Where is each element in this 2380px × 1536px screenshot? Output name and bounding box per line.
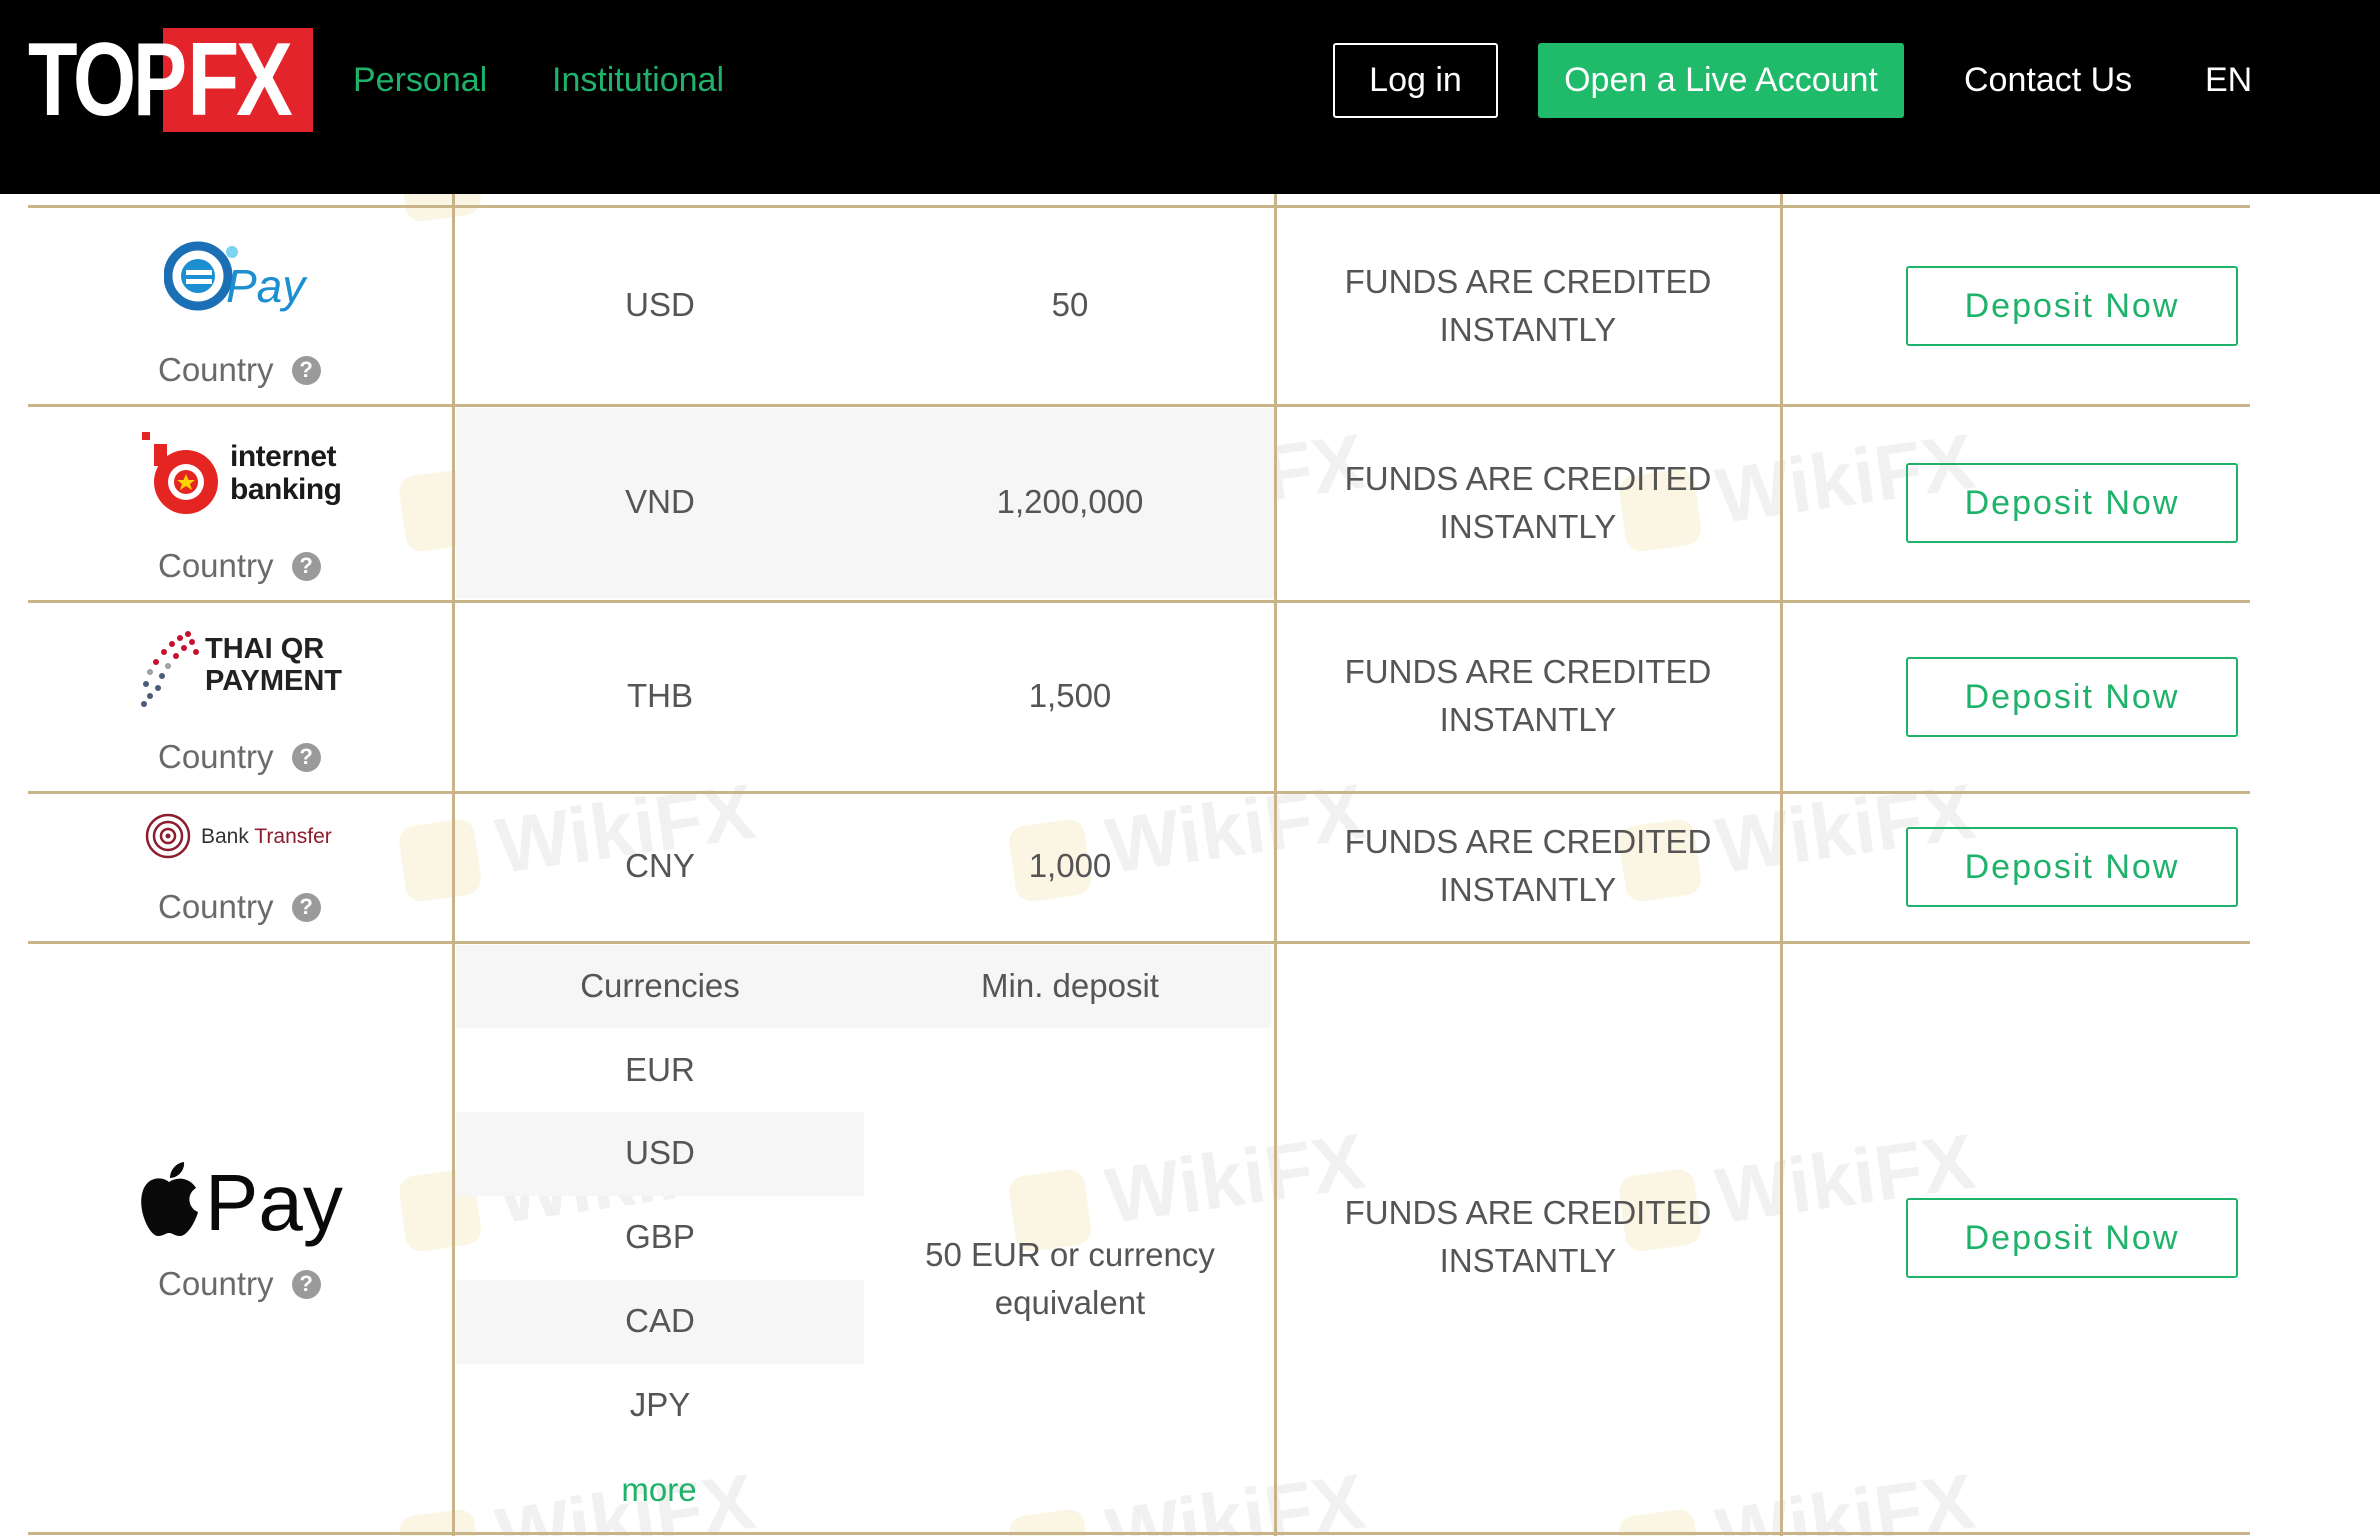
thai-qr-logo <box>141 631 199 707</box>
help-icon[interactable]: ? <box>291 1269 321 1299</box>
logo-fx-badge: FX <box>163 28 313 132</box>
currencies-subheader: Currencies <box>580 967 740 1004</box>
currency-item: USD <box>625 1134 695 1171</box>
country-label: Country <box>158 547 274 584</box>
country-selector[interactable]: Country ? <box>158 885 321 929</box>
processing-time-cell: FUNDS ARE CREDITED INSTANTLY <box>1344 653 1712 738</box>
currency-cell: USD <box>625 286 695 323</box>
epay-logo: Pay <box>164 241 308 312</box>
open-live-account-button[interactable]: Open a Live Account <box>1538 43 1904 118</box>
help-icon[interactable]: ? <box>291 551 321 581</box>
apple-pay-logo-text: Pay <box>205 1158 343 1247</box>
deposit-now-button[interactable]: Deposit Now <box>1906 1198 2238 1278</box>
country-selector[interactable]: Country ? <box>158 735 321 779</box>
min-deposit-cell: 1,500 <box>1028 677 1112 714</box>
processing-time-cell: FUNDS ARE CREDITED INSTANTLY <box>1344 460 1712 545</box>
country-label: Country <box>158 738 274 775</box>
row-divider <box>28 941 2250 944</box>
logo-top-text: TOP <box>28 22 187 138</box>
deposit-now-button[interactable]: Deposit Now <box>1906 827 2238 907</box>
currency-item: GBP <box>625 1218 695 1255</box>
topfx-logo[interactable]: TOP FX <box>28 28 313 132</box>
deposit-now-button[interactable]: Deposit Now <box>1906 463 2238 543</box>
row-divider <box>28 600 2250 603</box>
nav-institutional-link[interactable]: Institutional <box>552 56 724 104</box>
contact-us-link[interactable]: Contact Us <box>1964 56 2132 104</box>
watermark: WikiFX <box>1005 1456 1370 1536</box>
min-deposit-cell: 1,000 <box>1028 847 1112 884</box>
processing-time-cell: FUNDS ARE CREDITED INSTANTLY <box>1344 263 1712 348</box>
epay-logo-text: Pay <box>226 260 308 312</box>
country-selector[interactable]: Country ? <box>158 348 321 392</box>
internet-banking-logo-text: internet banking <box>230 440 342 506</box>
row-divider <box>28 404 2250 407</box>
currency-item: JPY <box>629 1386 691 1423</box>
currency-cell: THB <box>627 677 693 714</box>
deposit-now-button[interactable]: Deposit Now <box>1906 657 2238 737</box>
min-deposit-subheader: Min. deposit <box>981 967 1159 1004</box>
row-divider <box>28 1532 2250 1535</box>
processing-time-cell: FUNDS ARE CREDITED INSTANTLY <box>1344 1194 1712 1279</box>
more-currencies-link[interactable]: more <box>454 1466 864 1514</box>
country-label: Country <box>158 1265 274 1302</box>
country-label: Country <box>158 888 274 925</box>
top-navigation-bar: TOP FX Personal Institutional Log in Ope… <box>0 0 2380 194</box>
min-deposit-cell: 50 <box>1051 286 1089 323</box>
currency-item: CAD <box>625 1302 695 1339</box>
processing-time-cell: FUNDS ARE CREDITED INSTANTLY <box>1344 823 1712 908</box>
help-icon[interactable]: ? <box>291 742 321 772</box>
bank-transfer-icon <box>145 813 191 859</box>
column-divider <box>452 194 455 1536</box>
watermark: WikiFX <box>1615 1456 1980 1536</box>
language-selector[interactable]: EN <box>2205 56 2252 104</box>
currency-cell: CNY <box>625 847 695 884</box>
help-icon[interactable]: ? <box>291 892 321 922</box>
row-divider <box>28 791 2250 794</box>
apple-icon <box>141 1162 198 1236</box>
country-label: Country <box>158 351 274 388</box>
thai-qr-logo-text: THAI QR PAYMENT <box>205 633 342 697</box>
currency-cell: VND <box>625 483 695 520</box>
help-icon[interactable]: ? <box>291 355 321 385</box>
currency-item: EUR <box>625 1051 695 1088</box>
login-button[interactable]: Log in <box>1333 43 1498 118</box>
min-deposit-cell: 50 EUR or currency equivalent <box>925 1236 1215 1321</box>
nav-personal-link[interactable]: Personal <box>353 56 487 104</box>
column-divider <box>1780 194 1783 1536</box>
min-deposit-cell: 1,200,000 <box>996 483 1144 520</box>
country-selector[interactable]: Country ? <box>158 1262 321 1306</box>
row-divider <box>28 205 2250 208</box>
deposit-now-button[interactable]: Deposit Now <box>1906 266 2238 346</box>
bank-transfer-logo-text: Bank Transfer <box>201 825 332 848</box>
internet-banking-logo <box>142 432 218 514</box>
country-selector[interactable]: Country ? <box>158 544 321 588</box>
